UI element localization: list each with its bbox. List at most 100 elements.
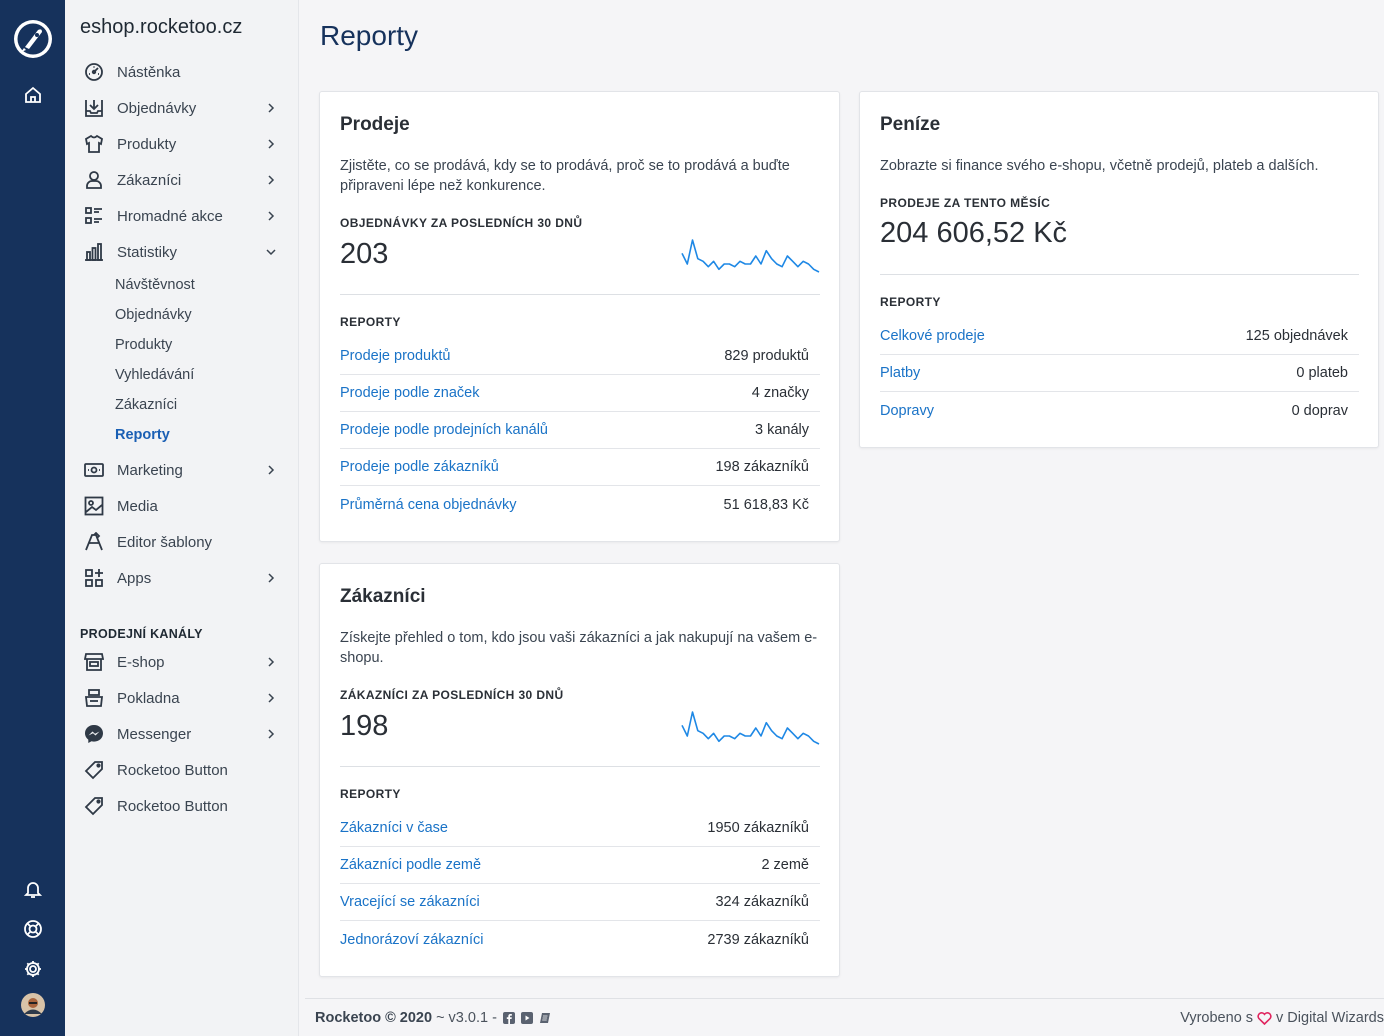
report-value: 829 produktů: [724, 348, 809, 364]
reports-list: Zákazníci v čase 1950 zákazníků Zákazníci…: [340, 810, 820, 958]
divider: [880, 274, 1359, 275]
sidebar-item-register[interactable]: Pokladna: [80, 682, 290, 714]
report-link[interactable]: Vracející se zákazníci: [340, 894, 480, 910]
divider: [340, 766, 820, 767]
report-value: 4 značky: [751, 385, 809, 401]
chevron-right-icon: [268, 175, 275, 185]
chevron-right-icon: [268, 139, 275, 149]
sidebar-item-label: Objednávky: [117, 99, 197, 117]
sidebar-item-rocketoo-button-2[interactable]: Rocketoo Button: [80, 790, 290, 822]
card-description: Zjistěte, co se prodává, kdy se to prodá…: [340, 158, 790, 194]
report-row: Platby 0 plateb: [880, 355, 1359, 392]
facebook-icon[interactable]: [502, 1012, 515, 1024]
footer: Rocketoo © 2020 ~ v3.0.1 - Vyrobeno s v …: [305, 998, 1384, 1036]
report-link[interactable]: Celkové prodeje: [880, 328, 985, 344]
sidebar-item-label: Hromadné akce: [117, 207, 223, 225]
avatar[interactable]: [0, 992, 65, 1018]
stat-value: 204 606,52 Kč: [880, 217, 1068, 249]
footer-left: Rocketoo © 2020 ~ v3.0.1 -: [315, 1010, 551, 1026]
sidebar-item-rocketoo-button[interactable]: Rocketoo Button: [80, 754, 290, 786]
report-link[interactable]: Zákazníci podle země: [340, 857, 481, 873]
sidebar-item-statistics[interactable]: Statistiky: [80, 236, 290, 268]
report-link[interactable]: Prodeje podle zákazníků: [340, 459, 499, 475]
home-icon[interactable]: [0, 84, 65, 106]
report-row: Prodeje produktů 829 produktů: [340, 338, 820, 375]
sidebar-item-dashboard[interactable]: Nástěnka: [80, 56, 290, 88]
report-link[interactable]: Dopravy: [880, 403, 934, 419]
chevron-right-icon: [268, 211, 275, 221]
orders-icon: [82, 96, 106, 120]
sidebar-item-eshop[interactable]: E-shop: [80, 646, 290, 678]
report-value: 125 objednávek: [1245, 328, 1348, 344]
report-row: Průměrná cena objednávky 51 618,83 Kč: [340, 486, 820, 523]
report-value: 3 kanály: [754, 422, 809, 438]
sidebar-item-messenger[interactable]: Messenger: [80, 718, 290, 750]
stat-label: PRODEJE ZA TENTO MĚSÍC: [880, 196, 1051, 210]
sidebar-item-template-editor[interactable]: Editor šablony: [80, 526, 290, 558]
report-link[interactable]: Prodeje produktů: [340, 348, 450, 364]
store-icon: [82, 650, 106, 674]
report-link[interactable]: Platby: [880, 365, 920, 381]
bell-icon[interactable]: [0, 878, 65, 900]
sparkline-chart: [681, 711, 820, 745]
sidebar-item-label: Editor šablony: [117, 533, 213, 551]
reports-list: Prodeje produktů 829 produktů Prodeje pod…: [340, 338, 820, 523]
tag-icon: [82, 758, 106, 782]
customers-card: Zákazníci Získejte přehled o tom, kdo js…: [319, 563, 840, 977]
report-value: 1950 zákazníků: [707, 820, 809, 836]
editor-icon: [82, 530, 106, 554]
footer-brand: Rocketoo © 2020: [315, 1010, 433, 1026]
chevron-down-icon: [266, 249, 276, 256]
sidebar-subitem-search[interactable]: Vyhledávání: [115, 367, 194, 383]
image-icon: [82, 494, 106, 518]
youtube-icon[interactable]: [520, 1012, 533, 1024]
card-description: Zobrazte si finance svého e-shopu, včetn…: [880, 158, 1319, 174]
sparkline-chart: [681, 239, 820, 273]
report-row: Zákazníci podle země 2 země: [340, 847, 820, 884]
stat-value: 198: [340, 710, 389, 742]
gear-icon[interactable]: [0, 958, 65, 980]
chart-icon: [82, 240, 106, 264]
shop-name[interactable]: eshop.rocketoo.cz: [80, 16, 242, 39]
report-link[interactable]: Zákazníci v čase: [340, 820, 448, 836]
sidebar-item-customers[interactable]: Zákazníci: [80, 164, 290, 196]
sidebar-item-label: Zákazníci: [117, 171, 182, 189]
report-row: Prodeje podle značek 4 značky: [340, 375, 820, 412]
report-link[interactable]: Prodeje podle značek: [340, 385, 479, 401]
chevron-right-icon: [268, 103, 275, 113]
stat-value: 203: [340, 238, 389, 270]
sidebar-subitem-products[interactable]: Produkty: [115, 337, 172, 353]
report-value: 51 618,83 Kč: [723, 496, 809, 513]
report-value: 198 zákazníků: [715, 459, 809, 475]
rocket-logo-icon[interactable]: [0, 16, 65, 62]
report-link[interactable]: Prodeje podle prodejních kanálů: [340, 422, 548, 438]
sidebar-subitem-customers[interactable]: Zákazníci: [115, 397, 177, 413]
chevron-right-icon: [268, 657, 275, 667]
report-row: Dopravy 0 doprav: [880, 392, 1359, 429]
made-with-prefix: Vyrobeno s: [1180, 1010, 1254, 1026]
sidebar-subitem-reports[interactable]: Reporty: [115, 427, 170, 443]
sidebar: eshop.rocketoo.cz Nástěnka Objednávky Pr…: [65, 0, 299, 1036]
sidebar-item-label: Statistiky: [117, 243, 178, 261]
help-icon[interactable]: [0, 918, 65, 940]
sidebar-item-label: Rocketoo Button: [117, 761, 228, 779]
sidebar-item-products[interactable]: Produkty: [80, 128, 290, 160]
sidebar-subitem-traffic[interactable]: Návštěvnost: [115, 277, 195, 293]
sidebar-item-apps[interactable]: Apps: [80, 562, 290, 594]
report-link[interactable]: Jednorázoví zákazníci: [340, 932, 483, 948]
docs-icon[interactable]: [539, 1012, 551, 1024]
chevron-right-icon: [268, 729, 275, 739]
sidebar-item-bulk-actions[interactable]: Hromadné akce: [80, 200, 290, 232]
register-icon: [82, 686, 106, 710]
marketing-icon: [82, 458, 106, 482]
sidebar-item-marketing[interactable]: Marketing: [80, 454, 290, 486]
sidebar-item-orders[interactable]: Objednávky: [80, 92, 290, 124]
dashboard-icon: [82, 60, 106, 84]
sidebar-item-media[interactable]: Media: [80, 490, 290, 522]
report-link[interactable]: Průměrná cena objednávky: [340, 497, 517, 513]
divider: [340, 294, 820, 295]
page-title: Reporty: [320, 20, 419, 51]
footer-version: ~ v3.0.1 -: [436, 1010, 497, 1026]
sidebar-subitem-orders[interactable]: Objednávky: [115, 307, 192, 323]
report-value: 0 plateb: [1296, 365, 1348, 381]
